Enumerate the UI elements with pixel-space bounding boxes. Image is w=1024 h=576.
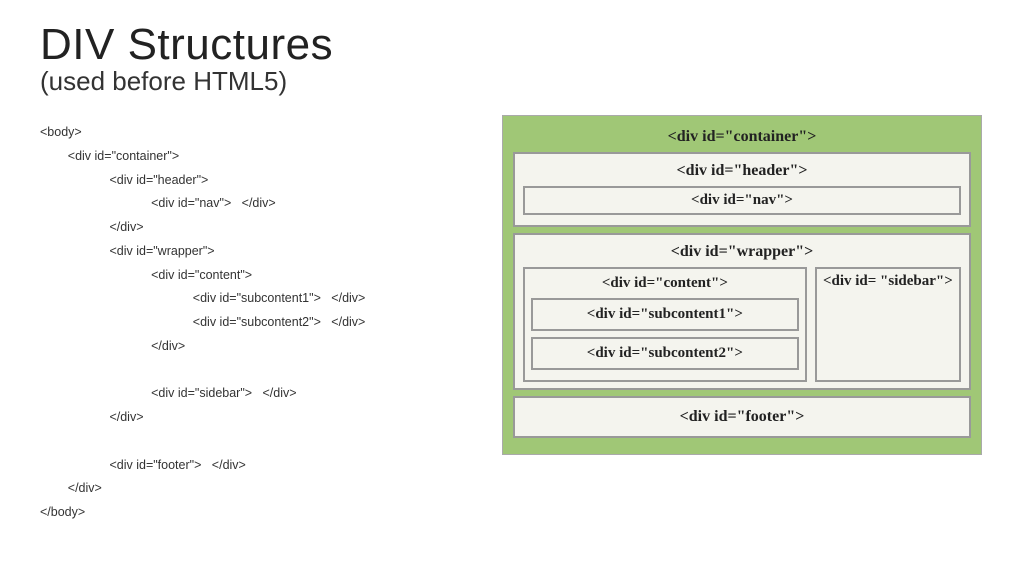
box-header: <div id="header"> <div id="nav">	[513, 152, 971, 227]
slide: DIV Structures (used before HTML5) <body…	[0, 0, 1024, 576]
title-block: DIV Structures (used before HTML5)	[40, 20, 984, 97]
box-subcontent2: <div id="subcontent2">	[531, 337, 799, 370]
label-sidebar: <div id= "sidebar">	[823, 273, 953, 290]
label-content: <div id="content">	[531, 275, 799, 292]
content-row: <body> <div id="container"> <div id="hea…	[40, 115, 984, 556]
box-wrapper: <div id="wrapper"> <div id="content"> <d…	[513, 233, 971, 390]
code-listing: <body> <div id="container"> <div id="hea…	[40, 115, 480, 556]
diagram-column: <div id="container"> <div id="header"> <…	[500, 115, 984, 556]
box-sidebar: <div id= "sidebar">	[815, 267, 961, 382]
slide-subtitle: (used before HTML5)	[40, 66, 984, 97]
wrapper-inner-row: <div id="content"> <div id="subcontent1"…	[523, 267, 961, 382]
label-footer: <div id="footer">	[680, 408, 805, 425]
box-content: <div id="content"> <div id="subcontent1"…	[523, 267, 807, 382]
label-container: <div id="container">	[513, 128, 971, 146]
diagram-container: <div id="container"> <div id="header"> <…	[502, 115, 982, 455]
box-subcontent1: <div id="subcontent1">	[531, 298, 799, 331]
box-footer: <div id="footer">	[513, 396, 971, 438]
box-nav: <div id="nav">	[523, 186, 961, 215]
slide-title: DIV Structures	[40, 20, 984, 70]
label-wrapper: <div id="wrapper">	[523, 243, 961, 261]
label-header: <div id="header">	[523, 162, 961, 180]
